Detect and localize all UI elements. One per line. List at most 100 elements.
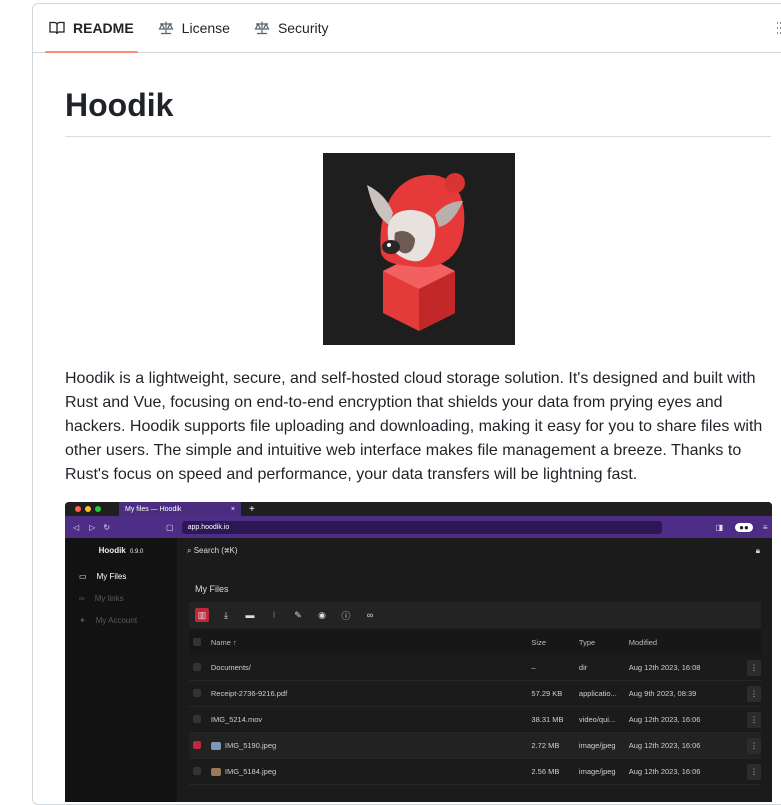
image-thumbnail-icon (210, 742, 221, 750)
tab-readme[interactable]: README (45, 4, 138, 53)
file-type: video/qui... (574, 706, 625, 733)
file-name: IMG_5214.mov (206, 706, 528, 733)
column-modified: Modified (624, 630, 743, 655)
scale-icon (254, 21, 270, 35)
monitor-icon: ▭ (79, 571, 87, 581)
plus-icon: + (249, 503, 255, 515)
row-checkbox (193, 714, 201, 723)
list-icon[interactable] (775, 20, 781, 36)
file-size: 2.56 MB (527, 758, 575, 785)
tab-license[interactable]: License (158, 4, 230, 52)
file-type: image/jpeg (574, 732, 625, 759)
app-version: 0.9.0 (129, 549, 144, 555)
app-main: ⌕ Search (⌘K) 🔒︎ My Files ▥ ⤓ ▬ ǀ ✎ ◉ ⓘ … (177, 538, 772, 802)
select-all-checkbox (193, 637, 201, 646)
readme-description: Hoodik is a lightweight, secure, and sel… (65, 370, 763, 483)
sidebar-item-my-account: ✦ My Account (65, 609, 177, 631)
kebab-icon: ⋮ (747, 763, 761, 780)
tab-security-label: Security (277, 20, 329, 36)
bookmark-icon: ▢ (166, 522, 174, 532)
forward-icon: ▷ (89, 522, 96, 532)
tab-readme-label: README (73, 20, 134, 36)
kebab-icon: ⋮ (747, 737, 761, 754)
back-icon: ◁ (73, 522, 80, 532)
scale-icon (158, 21, 174, 35)
address-text: app.hoodik.io (187, 523, 230, 531)
close-icon: × (230, 505, 235, 513)
readme-title: Hoodik (65, 87, 771, 137)
row-checkbox-checked (193, 740, 201, 749)
address-bar: app.hoodik.io (181, 520, 662, 534)
app-brand: Hoodik 0.9.0 (65, 546, 177, 555)
download-icon: ⤓ (224, 609, 228, 620)
search-box: ⌕ Search (⌘K) (187, 546, 238, 556)
edit-icon: ✎ (294, 609, 302, 620)
divider-icon: ǀ (272, 610, 276, 620)
info-icon: ⓘ (341, 610, 351, 621)
table-row: IMG_5214.mov 38.31 MB video/qui... Aug 1… (189, 706, 761, 733)
book-icon (49, 21, 65, 35)
file-size: 57.29 KB (527, 680, 575, 707)
menu-icon: ≡ (762, 522, 768, 532)
file-size: 38.31 MB (527, 706, 575, 733)
table-row: Documents/ – dir Aug 12th 2023, 16:08 ⋮ (189, 655, 761, 681)
sidebar-item-label: My Files (96, 571, 127, 581)
kebab-icon: ⋮ (747, 685, 761, 702)
files-table: Name ↑ Size Type Modified Documents/ – d… (189, 630, 761, 785)
file-modified: Aug 12th 2023, 16:06 (624, 706, 743, 733)
file-type: dir (574, 655, 625, 681)
search-label: Search (⌘K) (193, 546, 238, 555)
files-toolbar: ▥ ⤓ ▬ ǀ ✎ ◉ ⓘ ∞ (189, 602, 761, 628)
lock-icon: 🔒︎ (755, 546, 760, 555)
app-sidebar: Hoodik 0.9.0 ▭ My Files ∞ My links ✦ My … (65, 538, 177, 802)
file-modified: Aug 12th 2023, 16:08 (624, 655, 743, 681)
sidebar-toggle-icon: ◨ (715, 522, 724, 532)
column-type: Type (574, 630, 625, 655)
sidebar-item-label: My links (94, 593, 124, 603)
row-checkbox (193, 662, 201, 671)
eye-icon: ◉ (318, 609, 326, 620)
table-row: IMG_5190.jpeg 2.72 MB image/jpeg Aug 12t… (189, 732, 761, 759)
file-name: IMG_5184.jpeg (224, 766, 277, 776)
file-name: Receipt-2736-9216.pdf (206, 680, 528, 707)
app-screenshot: My files — Hoodik × + ◁ ▷ ↻ ▢ app.hoodik… (65, 502, 772, 802)
image-thumbnail-icon (210, 768, 221, 776)
extension-icon: ●● (735, 522, 753, 532)
tab-license-label: License (181, 20, 230, 36)
folder-icon: ▬ (245, 610, 255, 620)
file-type: image/jpeg (574, 758, 625, 785)
minimize-dot (85, 506, 91, 512)
file-modified: Aug 12th 2023, 16:06 (624, 732, 743, 759)
app-name: Hoodik (98, 546, 126, 555)
table-row: IMG_5184.jpeg 2.56 MB image/jpeg Aug 12t… (189, 758, 761, 785)
sidebar-item-label: My Account (95, 615, 138, 625)
file-size: – (527, 655, 575, 681)
browser-urlbar: ◁ ▷ ↻ ▢ app.hoodik.io ◨ ●● ≡ (65, 516, 772, 538)
file-name: IMG_5190.jpeg (224, 740, 277, 750)
sidebar-item-my-files: ▭ My Files (65, 565, 177, 587)
maximize-dot (95, 506, 101, 512)
link-icon: ∞ (79, 593, 85, 603)
link-icon: ∞ (366, 610, 374, 620)
browser-titlebar: My files — Hoodik × + (65, 502, 772, 516)
row-checkbox (193, 688, 201, 697)
readme-tabs: README License Security (33, 4, 781, 53)
search-icon: ⌕ (187, 546, 192, 555)
trash-icon: ▥ (195, 608, 209, 622)
browser-tab-title: My files — Hoodik (125, 505, 182, 513)
browser-tab: My files — Hoodik × (119, 502, 241, 516)
table-row: Receipt-2736-9216.pdf 57.29 KB applicati… (189, 680, 761, 707)
reload-icon: ↻ (103, 522, 111, 532)
file-size: 2.72 MB (527, 732, 575, 759)
file-type: applicatio... (574, 680, 625, 707)
hoodik-logo (323, 153, 515, 345)
sidebar-item-my-links: ∞ My links (65, 587, 177, 609)
row-checkbox (193, 766, 201, 775)
kebab-icon: ⋮ (747, 711, 761, 728)
file-name: Documents/ (206, 655, 528, 681)
section-title: My Files (195, 584, 229, 594)
file-modified: Aug 12th 2023, 16:06 (624, 758, 743, 785)
close-dot (75, 506, 81, 512)
column-name: Name ↑ (206, 630, 528, 655)
tab-security[interactable]: Security (254, 4, 329, 52)
